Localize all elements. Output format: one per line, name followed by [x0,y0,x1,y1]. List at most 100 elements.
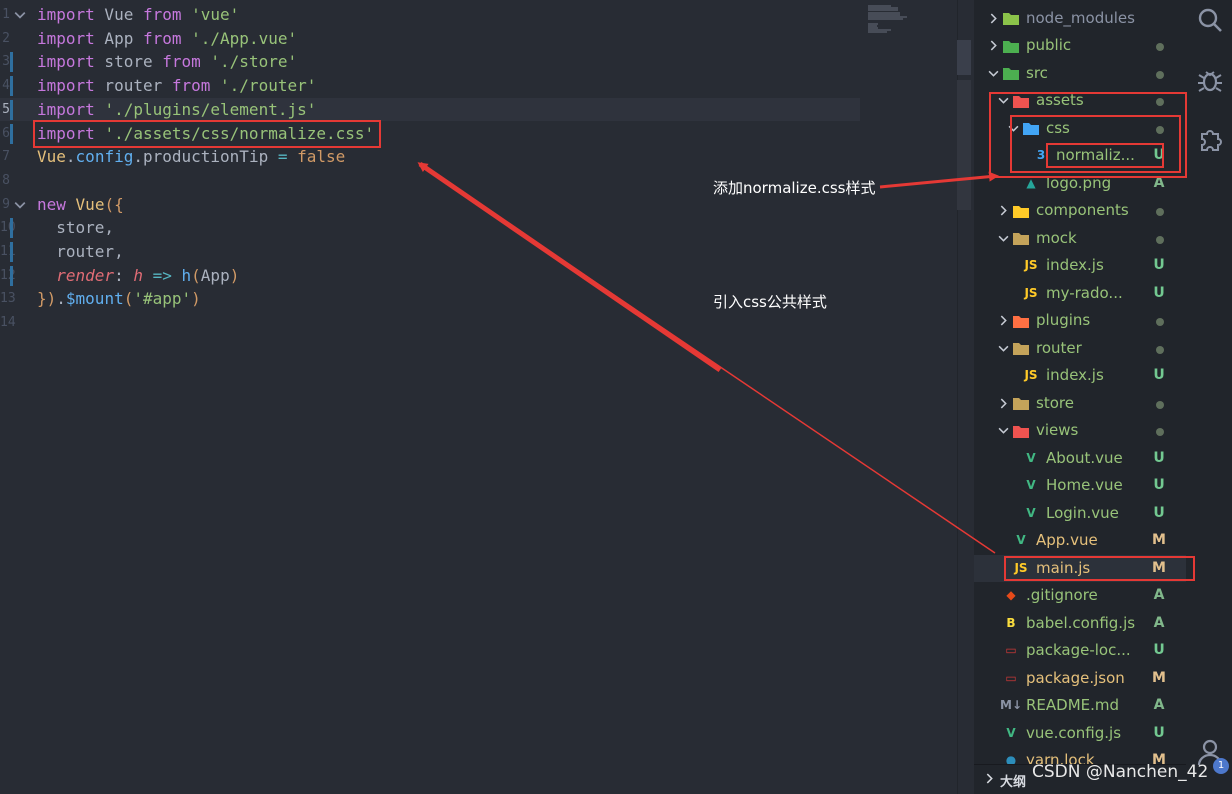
code-line[interactable]: 1 import Vue from 'vue' [0,3,860,27]
extensions-icon[interactable] [1196,126,1224,154]
account-badge: 1 [1213,758,1229,774]
code-line[interactable]: 3 import store from './store' [0,50,860,74]
tree-file[interactable]: V Login.vue U [974,500,1186,528]
code-token: import [37,99,95,119]
tree-file[interactable]: V About.vue U [974,445,1186,473]
tree-item-label: plugins [1036,311,1091,329]
tree-file[interactable]: ▭ package.json M [974,665,1186,693]
activity-bar [1186,0,1232,794]
code-token: render [56,265,115,285]
chevron-right-icon[interactable] [986,32,1000,60]
tree-folder[interactable]: src [974,60,1186,88]
git-status-dot [1156,400,1164,409]
code-token: }) [37,289,57,309]
minimap[interactable] [860,0,960,794]
line-number: 11 [0,244,16,259]
minimap-line [868,31,887,34]
git-change-marker [10,218,13,239]
tree-item-label: vue.config.js [1026,723,1122,742]
tree-file[interactable]: M↓ README.md A [974,692,1186,720]
code-text: router, [37,240,123,264]
code-line[interactable]: 10 store, [0,216,860,240]
plugins-folder-icon [1012,313,1030,329]
code-line[interactable]: 11 router, [0,240,860,264]
chevron-down-icon[interactable] [996,417,1010,445]
chevron-down-icon[interactable] [996,335,1010,363]
code-text: import store from './store' [37,50,297,74]
npm-file-icon: ▭ [1005,643,1017,658]
tree-folder[interactable]: views [974,417,1186,445]
line-number: 13 [0,291,16,307]
chevron-down-icon[interactable] [996,225,1010,253]
code-token: router [94,76,172,96]
code-token: from [162,52,201,72]
code-text: import Vue from 'vue' [37,3,239,27]
tree-file[interactable]: Bbabel.config.js A [974,610,1186,638]
chevron-right-icon[interactable] [996,390,1010,418]
chevron-down-icon[interactable] [986,60,1000,88]
git-status-dot [1156,70,1164,79]
editor-scroll-thumb[interactable] [957,40,971,75]
tree-file[interactable]: JS index.js U [974,252,1186,280]
chevron-right-icon[interactable] [996,197,1010,225]
tree-folder[interactable]: components [974,197,1186,225]
git-change-marker [10,76,13,97]
tree-item-label: node_modules [1026,8,1135,27]
tree-item-label: components [1036,201,1129,219]
code-token: : [114,265,134,285]
tree-folder[interactable]: plugins [974,307,1186,335]
tree-folder[interactable]: node_modules [974,5,1186,33]
git-status-dot [1156,318,1164,326]
tree-file[interactable]: JS my-rado... U [974,280,1186,308]
tree-folder[interactable]: store [974,390,1186,418]
line-number: 4 [2,78,10,94]
search-icon[interactable] [1196,6,1224,34]
tree-item-label: About.vue [1046,448,1123,467]
tree-file[interactable]: ◆ .gitignore A [974,582,1186,610]
tree-item-label: App.vue [1036,531,1098,549]
line-number: 1 [2,7,10,22]
code-line[interactable]: 4 import router from './router' [0,74,860,98]
tree-item-label: router [1036,338,1082,357]
tree-item-label: mock [1036,228,1077,247]
code-text: import router from './router' [37,74,316,98]
code-line[interactable]: 14 [0,311,860,335]
git-change-marker [10,123,13,144]
tree-file[interactable]: Vvue.config.js U [974,720,1186,748]
tree-folder[interactable]: mock [974,225,1186,253]
code-token: ( [191,265,201,285]
code-line[interactable]: 7 Vue.config.productionTip = false [0,145,860,169]
git-status-dot [1156,43,1164,51]
fold-chevron-icon[interactable] [14,3,28,30]
tree-file[interactable]: JS index.js U [974,362,1186,390]
fold-chevron-icon[interactable] [14,193,28,220]
code-token: => [152,265,172,285]
chevron-right-icon[interactable] [996,307,1010,335]
code-token: . [65,147,76,167]
tree-item-label: .gitignore [1026,586,1098,604]
line-number: 14 [0,315,16,331]
code-token: from [142,28,182,48]
code-token: config [75,147,134,167]
code-line[interactable]: 2 import App from './App.vue' [0,27,860,51]
chevron-right-icon[interactable] [986,5,1000,33]
git-status-badge: U [1153,724,1165,741]
tree-item-label: README.md [1026,696,1120,714]
code-line[interactable]: 12 render: h => h(App) [0,264,860,288]
code-token: import [37,76,95,96]
tree-file[interactable]: V Home.vue U [974,472,1186,500]
line-number: 2 [2,30,10,46]
git-status-dot [1156,208,1164,216]
debug-icon[interactable] [1196,66,1224,94]
tree-file[interactable]: V App.vue M [974,527,1186,555]
tree-file[interactable]: ▭ package-loc... U [974,637,1186,665]
code-text: new Vue({ [37,193,124,217]
code-line[interactable]: 5 import './plugins/element.js' [0,97,860,122]
tree-folder[interactable]: router [974,335,1186,363]
git-status-dot [1156,345,1164,354]
tree-folder[interactable]: public [974,32,1186,60]
annotation-import-css: 引入css公共样式 [713,293,827,311]
